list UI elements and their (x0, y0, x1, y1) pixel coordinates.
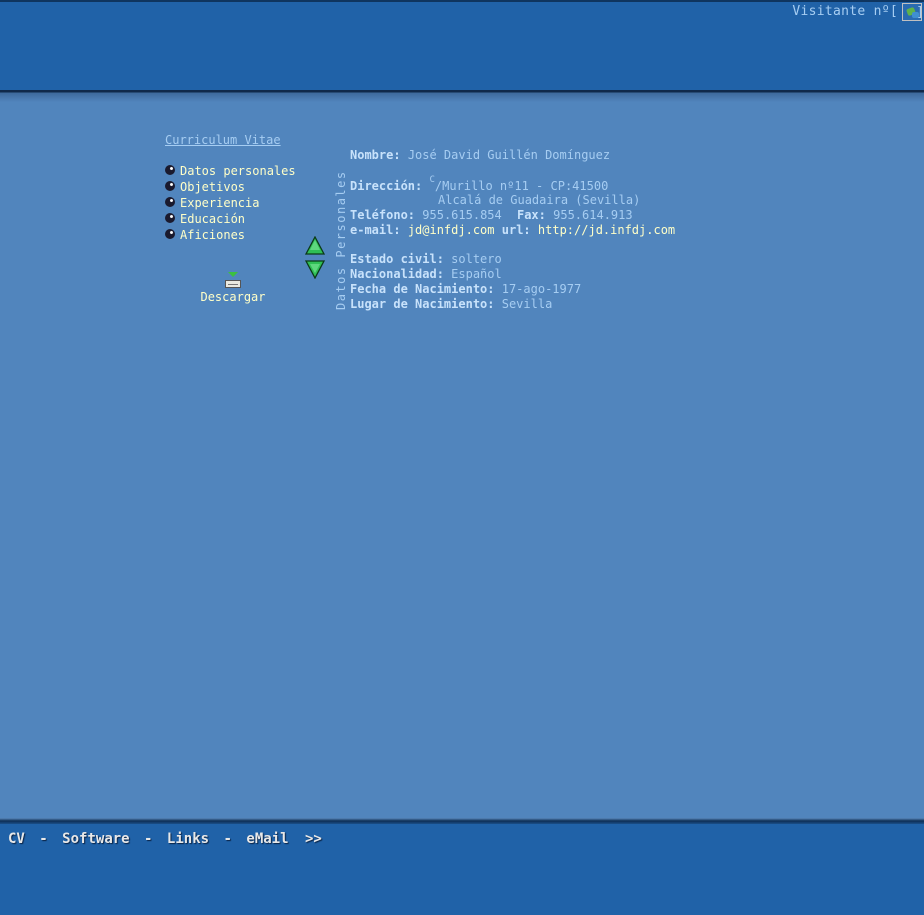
footer-separator: - (144, 831, 153, 847)
nacionalidad-row: Nacionalidad: Español (350, 267, 502, 281)
lugar-value: Sevilla (501, 297, 553, 311)
section-title-vertical: Datos Personales (334, 170, 348, 310)
sidebar-item-label[interactable]: Experiencia (180, 196, 259, 210)
cv-title-link[interactable]: Curriculum Vitae (165, 133, 281, 147)
direccion-line2-row: Alcalá de Guadaira (Sevilla) (438, 193, 640, 207)
visitor-counter-label: Visitante nº[ (792, 4, 898, 19)
estado-row: Estado civil: soltero (350, 252, 502, 266)
arrow-up-icon[interactable] (305, 236, 325, 256)
direccion-line2: Alcalá de Guadaira (Sevilla) (438, 193, 641, 207)
url-link[interactable]: http://jd.infdj.com (538, 223, 675, 237)
arrow-down-icon[interactable] (305, 259, 325, 279)
nacionalidad-label: Nacionalidad: (350, 267, 444, 281)
header-bar: Visitante nº[ ] (0, 0, 924, 90)
sidebar-item-datos-personales[interactable]: Datos personales (165, 163, 296, 179)
download-icon[interactable] (223, 272, 243, 290)
bullet-icon (165, 165, 175, 175)
direccion-label: Dirección: (350, 179, 423, 193)
footer-separator: - (39, 831, 48, 847)
direccion-line1: /Murillo nº11 - CP:41500 (434, 179, 609, 193)
fecha-value: 17-ago-1977 (501, 282, 582, 296)
sidebar-item-educacion[interactable]: Educación (165, 211, 296, 227)
bullet-icon (165, 197, 175, 207)
direccion-row: Dirección: C/Murillo nº11 - CP:41500 (350, 175, 609, 193)
nombre-label: Nombre: (350, 148, 401, 162)
bullet-icon (165, 181, 175, 191)
sidebar-menu: Datos personales Objetivos Experiencia E… (165, 163, 296, 243)
url-label: url: (501, 223, 531, 237)
footer-nav: CV - Software - Links - eMail >> (8, 831, 322, 847)
sidebar-item-label[interactable]: Aficiones (180, 228, 245, 242)
footer-more-link[interactable]: >> (305, 831, 322, 847)
estado-label: Estado civil: (350, 252, 444, 266)
sidebar-item-label[interactable]: Objetivos (180, 180, 245, 194)
nacionalidad-value: Español (451, 267, 502, 281)
telefono-row: Teléfono: 955.615.854 Fax: 955.614.913 (350, 208, 633, 222)
fecha-row: Fecha de Nacimiento: 17-ago-1977 (350, 282, 581, 296)
email-link[interactable]: jd@infdj.com (408, 223, 495, 237)
fax-label: Fax: (516, 208, 546, 222)
lugar-row: Lugar de Nacimiento: Sevilla (350, 297, 552, 311)
direccion-sup: C (429, 175, 435, 185)
download-label[interactable]: Descargar (200, 290, 266, 304)
footer-link-email[interactable]: eMail (246, 831, 288, 847)
sidebar-item-label[interactable]: Datos personales (180, 164, 296, 178)
footer-link-software[interactable]: Software (62, 831, 129, 847)
visitor-counter-close: ] (916, 5, 924, 20)
telefono-value: 955.615.854 (422, 208, 502, 222)
footer-divider (0, 818, 924, 824)
email-row: e-mail: jd@infdj.com url: http://jd.infd… (350, 223, 675, 237)
footer-bar: CV - Software - Links - eMail >> (0, 818, 924, 915)
footer-link-links[interactable]: Links (167, 831, 209, 847)
nombre-row: Nombre: José David Guillén Domínguez (350, 148, 610, 162)
bullet-icon (165, 213, 175, 223)
fecha-label: Fecha de Nacimiento: (350, 282, 495, 296)
bullet-icon (165, 229, 175, 239)
estado-value: soltero (451, 252, 502, 266)
email-label: e-mail: (350, 223, 401, 237)
sidebar-item-aficiones[interactable]: Aficiones (165, 227, 296, 243)
telefono-label: Teléfono: (350, 208, 416, 222)
sidebar-item-label[interactable]: Educación (180, 212, 245, 226)
fax-value: 955.614.913 (553, 208, 633, 222)
sidebar-item-objetivos[interactable]: Objetivos (165, 179, 296, 195)
footer-link-cv[interactable]: CV (8, 831, 25, 847)
sidebar-item-experiencia[interactable]: Experiencia (165, 195, 296, 211)
lugar-label: Lugar de Nacimiento: (350, 297, 495, 311)
footer-separator: - (223, 831, 232, 847)
header-shadow (0, 90, 924, 102)
download-button[interactable]: Descargar (200, 272, 266, 304)
nombre-value: José David Guillén Domínguez (407, 148, 611, 162)
